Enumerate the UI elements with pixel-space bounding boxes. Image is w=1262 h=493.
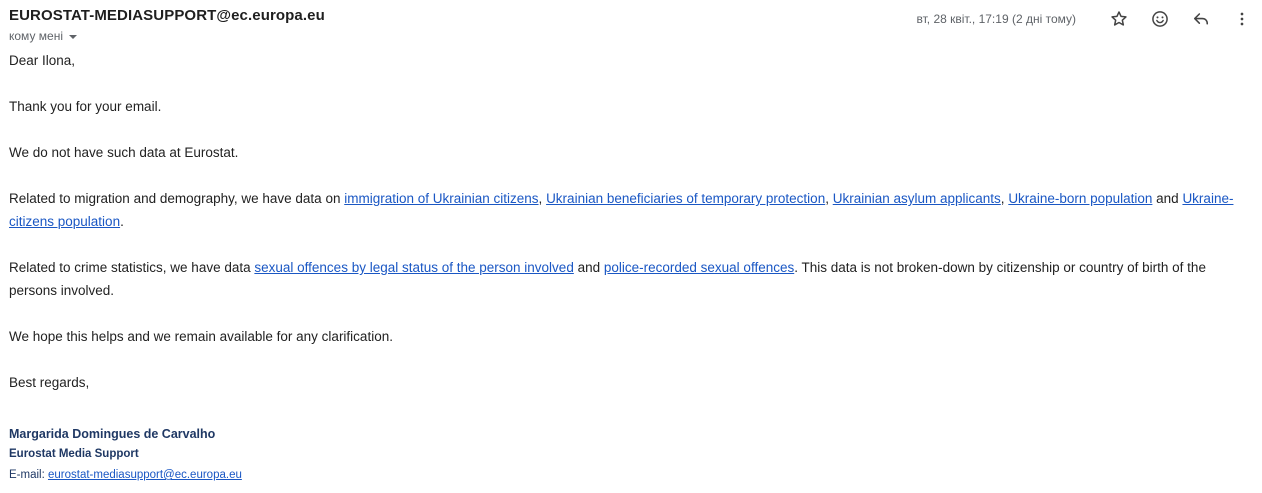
- link-police-recorded-sexual-offences[interactable]: police-recorded sexual offences: [604, 260, 794, 275]
- star-icon[interactable]: [1107, 7, 1131, 31]
- no-data-paragraph: We do not have such data at Eurostat.: [9, 145, 239, 160]
- link-immigration-ukrainian-citizens[interactable]: immigration of Ukrainian citizens: [344, 191, 538, 206]
- migration-intro: Related to migration and demography, we …: [9, 191, 345, 206]
- greeting: Dear Ilona,: [9, 53, 76, 68]
- message-date[interactable]: вт, 28 квіт., 17:19 (2 дні тому): [917, 12, 1077, 26]
- sender-address[interactable]: EUROSTAT-MEDIASUPPORT@ec.europa.eu: [9, 7, 325, 24]
- crime-paragraph: Related to crime statistics, we have dat…: [9, 256, 1242, 302]
- email-label: E-mail:: [9, 469, 48, 481]
- chevron-down-icon[interactable]: [69, 35, 77, 39]
- conjunction: and: [573, 260, 604, 275]
- link-asylum-applicants[interactable]: Ukrainian asylum applicants: [833, 191, 1001, 206]
- migration-paragraph: Related to migration and demography, we …: [9, 187, 1242, 233]
- email-body: Dear Ilona, Thank you for your email. We…: [9, 49, 1242, 417]
- recipient-toggle[interactable]: кому мені: [9, 29, 77, 43]
- conjunction: and: [1152, 191, 1183, 206]
- hope-paragraph: We hope this helps and we remain availab…: [9, 329, 393, 344]
- signature-org: Eurostat Media Support: [9, 448, 139, 460]
- crime-intro: Related to crime statistics, we have dat…: [9, 260, 255, 275]
- email-header: EUROSTAT-MEDIASUPPORT@ec.europa.eu кому …: [9, 5, 1262, 45]
- signature-email-link[interactable]: eurostat-mediasupport@ec.europa.eu: [48, 469, 242, 481]
- signature-email-line: E-mail: eurostat-mediasupport@ec.europa.…: [9, 465, 242, 486]
- signature: Margarida Domingues de Carvalho Eurostat…: [9, 424, 242, 486]
- period: .: [120, 214, 124, 229]
- reply-icon[interactable]: [1189, 7, 1213, 31]
- link-temporary-protection[interactable]: Ukrainian beneficiaries of temporary pro…: [546, 191, 825, 206]
- separator: ,: [538, 191, 547, 206]
- recipient-label: кому мені: [9, 29, 63, 43]
- message-actions: вт, 28 квіт., 17:19 (2 дні тому): [917, 8, 1255, 30]
- more-vert-icon[interactable]: [1230, 7, 1254, 31]
- closing: Best regards,: [9, 375, 90, 390]
- thanks-paragraph: Thank you for your email.: [9, 99, 162, 114]
- link-ukraine-born-population[interactable]: Ukraine-born population: [1008, 191, 1152, 206]
- link-sexual-offences-legal-status[interactable]: sexual offences by legal status of the p…: [254, 260, 573, 275]
- signature-name: Margarida Domingues de Carvalho: [9, 427, 216, 441]
- separator: ,: [825, 191, 833, 206]
- emoji-icon[interactable]: [1148, 7, 1172, 31]
